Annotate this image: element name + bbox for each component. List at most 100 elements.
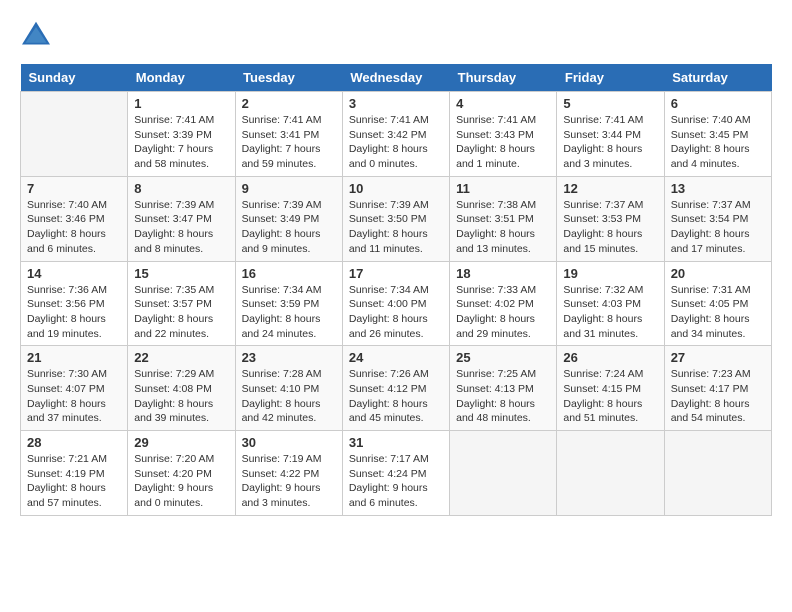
day-number: 29 xyxy=(134,435,228,450)
calendar-header-row: SundayMondayTuesdayWednesdayThursdayFrid… xyxy=(21,64,772,92)
day-number: 7 xyxy=(27,181,121,196)
calendar-cell: 7 Sunrise: 7:40 AM Sunset: 3:46 PM Daylig… xyxy=(21,176,128,261)
calendar-week-row: 7 Sunrise: 7:40 AM Sunset: 3:46 PM Daylig… xyxy=(21,176,772,261)
day-detail: Sunrise: 7:33 AM Sunset: 4:02 PM Dayligh… xyxy=(456,283,550,342)
day-detail: Sunrise: 7:35 AM Sunset: 3:57 PM Dayligh… xyxy=(134,283,228,342)
day-number: 1 xyxy=(134,96,228,111)
calendar-cell: 23 Sunrise: 7:28 AM Sunset: 4:10 PM Dayli… xyxy=(235,346,342,431)
day-number: 19 xyxy=(563,266,657,281)
calendar-week-row: 28 Sunrise: 7:21 AM Sunset: 4:19 PM Dayli… xyxy=(21,431,772,516)
day-detail: Sunrise: 7:25 AM Sunset: 4:13 PM Dayligh… xyxy=(456,367,550,426)
day-number: 4 xyxy=(456,96,550,111)
day-number: 10 xyxy=(349,181,443,196)
day-number: 11 xyxy=(456,181,550,196)
calendar-cell: 6 Sunrise: 7:40 AM Sunset: 3:45 PM Daylig… xyxy=(664,92,771,177)
calendar-cell: 14 Sunrise: 7:36 AM Sunset: 3:56 PM Dayli… xyxy=(21,261,128,346)
day-number: 5 xyxy=(563,96,657,111)
day-number: 2 xyxy=(242,96,336,111)
calendar-cell: 30Sunrise: 7:19 AM Sunset: 4:22 PM Dayli… xyxy=(235,431,342,516)
day-number: 20 xyxy=(671,266,765,281)
calendar-cell: 2 Sunrise: 7:41 AM Sunset: 3:41 PM Daylig… xyxy=(235,92,342,177)
column-header-tuesday: Tuesday xyxy=(235,64,342,92)
calendar-week-row: 14 Sunrise: 7:36 AM Sunset: 3:56 PM Dayli… xyxy=(21,261,772,346)
calendar-cell: 13Sunrise: 7:37 AM Sunset: 3:54 PM Dayli… xyxy=(664,176,771,261)
calendar-cell: 21 Sunrise: 7:30 AM Sunset: 4:07 PM Dayli… xyxy=(21,346,128,431)
day-detail: Sunrise: 7:40 AM Sunset: 3:46 PM Dayligh… xyxy=(27,198,121,257)
day-detail: Sunrise: 7:32 AM Sunset: 4:03 PM Dayligh… xyxy=(563,283,657,342)
calendar-cell: 31 Sunrise: 7:17 AM Sunset: 4:24 PM Dayli… xyxy=(342,431,449,516)
logo xyxy=(20,20,56,48)
calendar-cell: 3Sunrise: 7:41 AM Sunset: 3:42 PM Daylig… xyxy=(342,92,449,177)
day-detail: Sunrise: 7:21 AM Sunset: 4:19 PM Dayligh… xyxy=(27,452,121,511)
day-number: 26 xyxy=(563,350,657,365)
day-number: 18 xyxy=(456,266,550,281)
day-detail: Sunrise: 7:24 AM Sunset: 4:15 PM Dayligh… xyxy=(563,367,657,426)
day-detail: Sunrise: 7:29 AM Sunset: 4:08 PM Dayligh… xyxy=(134,367,228,426)
calendar-table: SundayMondayTuesdayWednesdayThursdayFrid… xyxy=(20,64,772,516)
calendar-cell: 27 Sunrise: 7:23 AM Sunset: 4:17 PM Dayli… xyxy=(664,346,771,431)
day-number: 3 xyxy=(349,96,443,111)
calendar-cell: 8 Sunrise: 7:39 AM Sunset: 3:47 PM Daylig… xyxy=(128,176,235,261)
day-detail: Sunrise: 7:36 AM Sunset: 3:56 PM Dayligh… xyxy=(27,283,121,342)
calendar-cell: 18 Sunrise: 7:33 AM Sunset: 4:02 PM Dayli… xyxy=(450,261,557,346)
calendar-cell xyxy=(21,92,128,177)
day-number: 28 xyxy=(27,435,121,450)
day-detail: Sunrise: 7:39 AM Sunset: 3:47 PM Dayligh… xyxy=(134,198,228,257)
column-header-saturday: Saturday xyxy=(664,64,771,92)
day-detail: Sunrise: 7:23 AM Sunset: 4:17 PM Dayligh… xyxy=(671,367,765,426)
day-detail: Sunrise: 7:41 AM Sunset: 3:41 PM Dayligh… xyxy=(242,113,336,172)
day-number: 31 xyxy=(349,435,443,450)
calendar-cell: 28 Sunrise: 7:21 AM Sunset: 4:19 PM Dayli… xyxy=(21,431,128,516)
calendar-cell: 25Sunrise: 7:25 AM Sunset: 4:13 PM Dayli… xyxy=(450,346,557,431)
calendar-cell: 17 Sunrise: 7:34 AM Sunset: 4:00 PM Dayli… xyxy=(342,261,449,346)
column-header-sunday: Sunday xyxy=(21,64,128,92)
calendar-week-row: 1 Sunrise: 7:41 AM Sunset: 3:39 PM Daylig… xyxy=(21,92,772,177)
day-detail: Sunrise: 7:37 AM Sunset: 3:54 PM Dayligh… xyxy=(671,198,765,257)
day-number: 14 xyxy=(27,266,121,281)
day-number: 27 xyxy=(671,350,765,365)
day-detail: Sunrise: 7:41 AM Sunset: 3:44 PM Dayligh… xyxy=(563,113,657,172)
day-number: 15 xyxy=(134,266,228,281)
calendar-cell: 5 Sunrise: 7:41 AM Sunset: 3:44 PM Daylig… xyxy=(557,92,664,177)
page-header xyxy=(20,20,772,48)
day-number: 12 xyxy=(563,181,657,196)
day-number: 8 xyxy=(134,181,228,196)
calendar-cell: 1 Sunrise: 7:41 AM Sunset: 3:39 PM Daylig… xyxy=(128,92,235,177)
day-number: 30 xyxy=(242,435,336,450)
calendar-cell xyxy=(664,431,771,516)
day-detail: Sunrise: 7:34 AM Sunset: 3:59 PM Dayligh… xyxy=(242,283,336,342)
calendar-cell xyxy=(450,431,557,516)
calendar-cell: 22 Sunrise: 7:29 AM Sunset: 4:08 PM Dayli… xyxy=(128,346,235,431)
day-detail: Sunrise: 7:40 AM Sunset: 3:45 PM Dayligh… xyxy=(671,113,765,172)
logo-icon xyxy=(20,20,52,48)
day-number: 22 xyxy=(134,350,228,365)
day-detail: Sunrise: 7:34 AM Sunset: 4:00 PM Dayligh… xyxy=(349,283,443,342)
calendar-cell: 10Sunrise: 7:39 AM Sunset: 3:50 PM Dayli… xyxy=(342,176,449,261)
calendar-cell: 26 Sunrise: 7:24 AM Sunset: 4:15 PM Dayli… xyxy=(557,346,664,431)
calendar-cell: 15 Sunrise: 7:35 AM Sunset: 3:57 PM Dayli… xyxy=(128,261,235,346)
column-header-friday: Friday xyxy=(557,64,664,92)
day-detail: Sunrise: 7:30 AM Sunset: 4:07 PM Dayligh… xyxy=(27,367,121,426)
calendar-cell: 4Sunrise: 7:41 AM Sunset: 3:43 PM Daylig… xyxy=(450,92,557,177)
day-detail: Sunrise: 7:20 AM Sunset: 4:20 PM Dayligh… xyxy=(134,452,228,511)
day-number: 9 xyxy=(242,181,336,196)
calendar-cell: 9Sunrise: 7:39 AM Sunset: 3:49 PM Daylig… xyxy=(235,176,342,261)
day-number: 24 xyxy=(349,350,443,365)
day-detail: Sunrise: 7:38 AM Sunset: 3:51 PM Dayligh… xyxy=(456,198,550,257)
calendar-cell: 20Sunrise: 7:31 AM Sunset: 4:05 PM Dayli… xyxy=(664,261,771,346)
day-number: 6 xyxy=(671,96,765,111)
column-header-thursday: Thursday xyxy=(450,64,557,92)
calendar-cell xyxy=(557,431,664,516)
day-detail: Sunrise: 7:17 AM Sunset: 4:24 PM Dayligh… xyxy=(349,452,443,511)
calendar-cell: 19 Sunrise: 7:32 AM Sunset: 4:03 PM Dayli… xyxy=(557,261,664,346)
column-header-wednesday: Wednesday xyxy=(342,64,449,92)
day-detail: Sunrise: 7:28 AM Sunset: 4:10 PM Dayligh… xyxy=(242,367,336,426)
calendar-week-row: 21 Sunrise: 7:30 AM Sunset: 4:07 PM Dayli… xyxy=(21,346,772,431)
day-number: 16 xyxy=(242,266,336,281)
day-number: 21 xyxy=(27,350,121,365)
calendar-cell: 16 Sunrise: 7:34 AM Sunset: 3:59 PM Dayli… xyxy=(235,261,342,346)
day-detail: Sunrise: 7:41 AM Sunset: 3:39 PM Dayligh… xyxy=(134,113,228,172)
day-detail: Sunrise: 7:26 AM Sunset: 4:12 PM Dayligh… xyxy=(349,367,443,426)
day-number: 23 xyxy=(242,350,336,365)
day-number: 17 xyxy=(349,266,443,281)
